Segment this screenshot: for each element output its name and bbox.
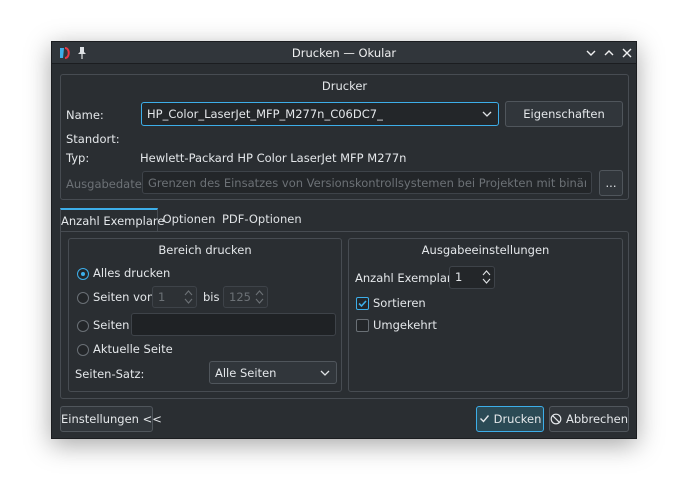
- cancel-button[interactable]: Abbrechen: [549, 406, 629, 432]
- chevron-down-icon: [586, 50, 596, 56]
- cancel-button-label: Abbrechen: [566, 412, 628, 426]
- properties-button[interactable]: Eigenschaften: [505, 101, 623, 127]
- collate-label[interactable]: Sortieren: [373, 296, 426, 310]
- spin-arrows-icon: [482, 270, 491, 284]
- current-page-label[interactable]: Aktuelle Seite: [93, 342, 173, 356]
- output-settings-title: Ausgabeeinstellungen: [421, 243, 550, 257]
- window-title: Drucken — Okular: [291, 46, 397, 60]
- pages-input[interactable]: [131, 313, 336, 336]
- settings-toggle-button[interactable]: Einstellungen <<: [60, 406, 162, 432]
- print-range-title: Bereich drucken: [158, 243, 252, 257]
- current-page-radio[interactable]: [77, 344, 89, 356]
- close-button[interactable]: [620, 46, 634, 60]
- to-label: bis: [203, 290, 220, 304]
- pages-from-label[interactable]: Seiten von: [93, 290, 154, 304]
- print-range-groupbox: Bereich drucken Alles drucken Seiten von…: [68, 238, 342, 392]
- output-file-label: Ausgabedatei:: [66, 177, 149, 191]
- print-button-label: Drucken: [493, 412, 542, 426]
- all-pages-label[interactable]: Alles drucken: [93, 266, 170, 280]
- checkmark-icon: [358, 300, 367, 308]
- browse-button[interactable]: ...: [599, 170, 623, 196]
- minimize-button[interactable]: [584, 46, 598, 60]
- title-bar: Drucken — Okular: [52, 42, 636, 64]
- reverse-checkbox[interactable]: [356, 319, 369, 332]
- to-page-spinbox[interactable]: 125: [223, 286, 268, 308]
- collate-checkbox[interactable]: [356, 297, 369, 310]
- pages-radio[interactable]: [77, 320, 89, 332]
- tab-options[interactable]: Optionen: [160, 208, 218, 232]
- pages-from-radio[interactable]: [77, 292, 89, 304]
- location-label: Standort:: [66, 132, 120, 146]
- chevron-down-icon: [320, 370, 330, 376]
- copies-label: Anzahl Exemplare:: [355, 271, 463, 285]
- pages-label[interactable]: Seiten: [93, 318, 129, 332]
- print-button[interactable]: Drucken: [476, 406, 544, 432]
- spin-arrows-icon: [255, 290, 264, 304]
- type-label: Typ:: [66, 151, 90, 165]
- spin-arrows-icon: [184, 290, 193, 304]
- from-page-value: 1: [158, 290, 166, 304]
- output-settings-groupbox: Ausgabeeinstellungen Anzahl Exemplare: 1…: [348, 238, 623, 392]
- reverse-label[interactable]: Umgekehrt: [373, 318, 437, 332]
- to-page-value: 125: [229, 290, 251, 304]
- page-set-combobox[interactable]: Alle Seiten: [209, 361, 337, 384]
- printer-groupbox: Drucker Name: HP_Color_LaserJet_MFP_M277…: [60, 74, 629, 200]
- print-dialog: Drucken — Okular Drucker Name: HP_Color_…: [51, 41, 637, 439]
- maximize-button[interactable]: [602, 46, 616, 60]
- type-value: Hewlett-Packard HP Color LaserJet MFP M2…: [140, 151, 407, 165]
- close-icon: [622, 48, 632, 58]
- chevron-down-icon: [482, 111, 492, 117]
- name-label: Name:: [66, 108, 104, 122]
- tab-page: Bereich drucken Alles drucken Seiten von…: [60, 231, 629, 399]
- output-file-field[interactable]: Grenzen des Einsatzes von Versionskontro…: [142, 171, 592, 194]
- all-pages-radio[interactable]: [77, 268, 89, 280]
- tab-copies[interactable]: Anzahl Exemplare: [60, 208, 164, 232]
- chevron-up-icon: [604, 50, 614, 56]
- page-set-value: Alle Seiten: [215, 366, 277, 380]
- printer-combobox[interactable]: HP_Color_LaserJet_MFP_M277n_C06DC7_: [141, 102, 499, 126]
- cancel-icon: [550, 413, 562, 425]
- copies-value: 1: [455, 270, 463, 284]
- from-page-spinbox[interactable]: 1: [152, 286, 197, 308]
- printer-group-title: Drucker: [321, 79, 368, 93]
- output-file-placeholder: Grenzen des Einsatzes von Versionskontro…: [148, 176, 586, 190]
- tab-pdf-options[interactable]: PDF-Optionen: [222, 208, 302, 232]
- page-set-label: Seiten-Satz:: [75, 367, 145, 381]
- checkmark-icon: [479, 415, 489, 423]
- printer-combobox-value: HP_Color_LaserJet_MFP_M277n_C06DC7_: [147, 107, 383, 121]
- copies-spinbox[interactable]: 1: [449, 266, 495, 289]
